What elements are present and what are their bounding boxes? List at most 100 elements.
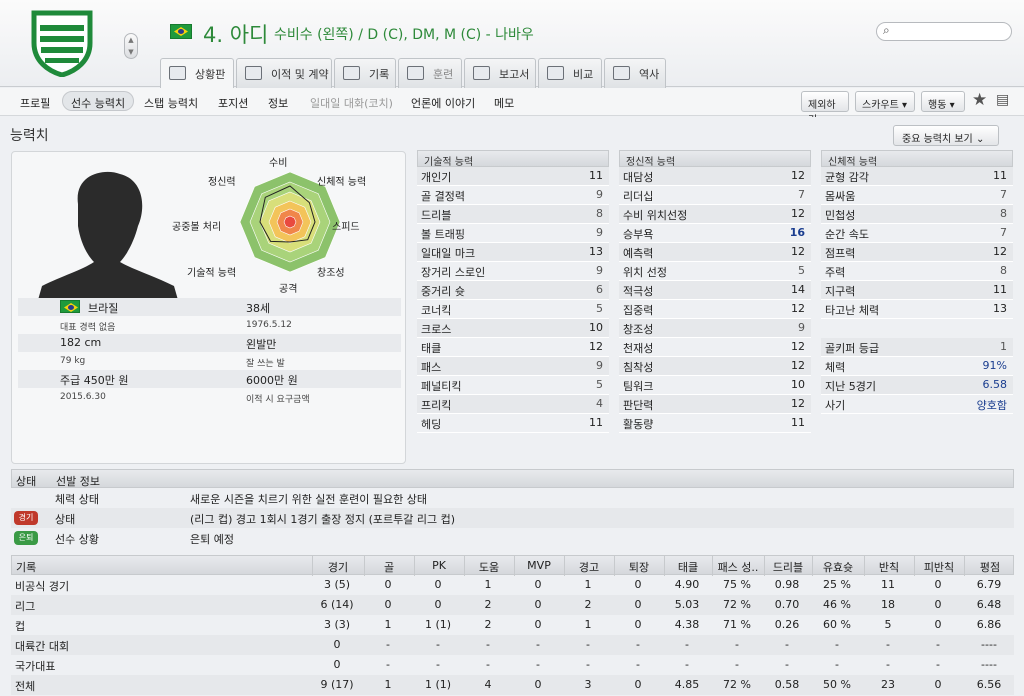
attribute-name: 태클 — [421, 342, 442, 355]
attribute-row: 예측력 12 — [619, 243, 811, 262]
records-cell: - — [486, 638, 490, 651]
records-cell: 0 — [534, 598, 542, 611]
attribute-row: 판단력 12 — [619, 395, 811, 414]
attribute-value: 9 — [596, 264, 603, 277]
subnav-notes[interactable]: 메모 — [494, 95, 514, 111]
records-column-header[interactable]: 유효슛 — [812, 559, 864, 575]
records-row: 전체 9 (17) 1 1 (1) 4 0 3 0 4.85 72 % 0.58 50 % 23 0 6.5… — [11, 675, 1014, 695]
records-column-header[interactable]: 드리블 — [764, 559, 812, 575]
subnav-player-attributes[interactable]: 선수 능력치 — [62, 91, 135, 111]
records-table: 기록 경기 골 PK 도움 MVP 경고 퇴장 태클 패스 성.. 드리블 유효슛 반칙 피반칙 평점 비공… — [11, 555, 1014, 695]
attribute-name: 민첩성 — [825, 209, 856, 222]
column-divider — [414, 556, 415, 576]
records-cell: 비공식 경기 — [15, 580, 70, 593]
records-cell: 0 — [384, 598, 392, 611]
records-cell: 75 % — [723, 578, 751, 591]
contract-expiry: 2015.6.30 — [60, 392, 106, 402]
records-cell: 0 — [634, 678, 642, 691]
attribute-name: 균형 감각 — [825, 171, 869, 184]
tab-compare[interactable]: 비교 — [538, 58, 602, 88]
records-column-header[interactable]: 반칙 — [864, 559, 914, 575]
exclude-button[interactable]: 제외하기 — [801, 91, 849, 126]
records-column-header[interactable]: 경기 — [312, 559, 364, 575]
records-column-header[interactable]: 경고 — [564, 559, 614, 575]
subnav-positions[interactable]: 포지션 — [218, 95, 248, 111]
records-column-header[interactable]: 기록 — [16, 559, 306, 575]
attribute-name: 수비 위치선정 — [623, 209, 688, 222]
records-cell: 국가대표 — [15, 660, 56, 673]
radar-label-speed: 스피드 — [332, 222, 360, 233]
records-cell: 72 % — [723, 598, 751, 611]
records-cell: 71 % — [723, 618, 751, 631]
tab-overview[interactable]: 상황판 — [160, 58, 234, 89]
document-icon — [245, 66, 262, 80]
action-button[interactable]: 행동 ▾ — [921, 91, 965, 112]
records-cell: - — [685, 638, 689, 651]
records-column-header[interactable]: 평점 — [964, 559, 1016, 575]
player-positions: 수비수 (왼쪽) / D (C), DM, M (C) - 나바우 — [274, 27, 534, 43]
scout-button[interactable]: 스카우트 ▾ — [855, 91, 915, 112]
info-row: 79 kg 잘 쓰는 발 — [18, 352, 401, 370]
subnav-staff-attributes[interactable]: 스탭 능력치 — [144, 95, 198, 111]
records-column-header[interactable]: 퇴장 — [614, 559, 664, 575]
attribute-name: 지난 5경기 — [825, 380, 876, 393]
records-column-header[interactable]: 패스 성.. — [712, 559, 764, 575]
attribute-name: 코너킥 — [421, 304, 452, 317]
preferred-foot: 왼발만 — [246, 338, 277, 351]
records-header: 기록 경기 골 PK 도움 MVP 경고 퇴장 태클 패스 성.. 드리블 유효슛 반칙 피반칙 평점 — [11, 555, 1016, 576]
records-column-header[interactable]: 태클 — [664, 559, 712, 575]
tab-records[interactable]: 기록 — [334, 58, 396, 88]
tab-report[interactable]: 보고서 — [464, 58, 536, 88]
star-icon[interactable]: ★ — [972, 90, 987, 110]
records-cell: 1 (1) — [424, 678, 452, 691]
attribute-value: 5 — [798, 264, 805, 277]
attribute-row: 순간 속도 7 — [821, 224, 1013, 243]
records-cell: 0 — [434, 578, 442, 591]
records-column-header[interactable]: 도움 — [464, 559, 514, 575]
attribute-value: 7 — [1000, 188, 1007, 201]
subnav-press[interactable]: 언론에 이야기 — [411, 95, 475, 111]
radar-ring — [283, 215, 297, 229]
attribute-row: 볼 트래핑 9 — [417, 224, 609, 243]
tab-training[interactable]: 훈련 — [398, 58, 462, 88]
records-row: 국가대표 0- - - - - - - - - - - - ---- — [11, 655, 1014, 675]
status-value: (리그 컵) 경고 1회시 1경기 출장 정지 (포르투갈 리그 컵) — [190, 513, 456, 526]
attribute-name: 체력 — [825, 361, 846, 374]
records-cell: - — [835, 658, 839, 671]
attribute-name: 일대일 마크 — [421, 247, 476, 260]
attribute-value: 11 — [993, 283, 1007, 296]
records-cell: - — [536, 658, 540, 671]
brazil-flag-icon — [170, 24, 192, 39]
records-column-header[interactable]: 피반칙 — [914, 559, 964, 575]
records-column-header[interactable]: 골 — [364, 559, 414, 575]
records-column-header[interactable]: PK — [414, 559, 464, 572]
records-cell: 0 — [534, 578, 542, 591]
add-note-icon[interactable]: ▤ — [996, 92, 1009, 108]
player-switch-arrows[interactable]: ▲ ▼ — [124, 33, 138, 59]
key-attributes-button[interactable]: 중요 능력치 보기 ⌄ — [893, 125, 999, 146]
attribute-row: 창조성 9 — [619, 319, 811, 338]
attribute-value: 11 — [791, 416, 805, 429]
records-cell: 1 — [584, 618, 592, 631]
attribute-name: 예측력 — [623, 247, 654, 260]
scout-label: 스카우트 — [862, 100, 899, 111]
attribute-value: 4 — [596, 397, 603, 410]
tab-label: 기록 — [369, 68, 390, 81]
tab-history[interactable]: 역사 — [604, 58, 666, 88]
tab-transfer[interactable]: 이적 및 계약 — [236, 58, 332, 88]
nationality: 브라질 — [88, 302, 119, 315]
subnav-coach-talk[interactable]: 일대일 대화(코치) — [310, 95, 393, 111]
records-cell: 11 — [881, 578, 895, 591]
records-cell: 1 — [484, 578, 492, 591]
attribute-value: 12 — [791, 245, 805, 258]
search-input[interactable]: ⌕ — [876, 22, 1012, 41]
subnav-profile[interactable]: 프로필 — [20, 95, 50, 111]
attribute-value: 12 — [791, 302, 805, 315]
subnav-info[interactable]: 정보 — [268, 95, 288, 111]
attribute-row: 천재성 12 — [619, 338, 811, 357]
records-column-header[interactable]: MVP — [514, 559, 564, 572]
records-cell: 0.98 — [774, 578, 800, 591]
attribute-name: 활동량 — [623, 418, 654, 431]
records-cell: 0 — [634, 598, 642, 611]
records-cell: 2 — [584, 598, 592, 611]
